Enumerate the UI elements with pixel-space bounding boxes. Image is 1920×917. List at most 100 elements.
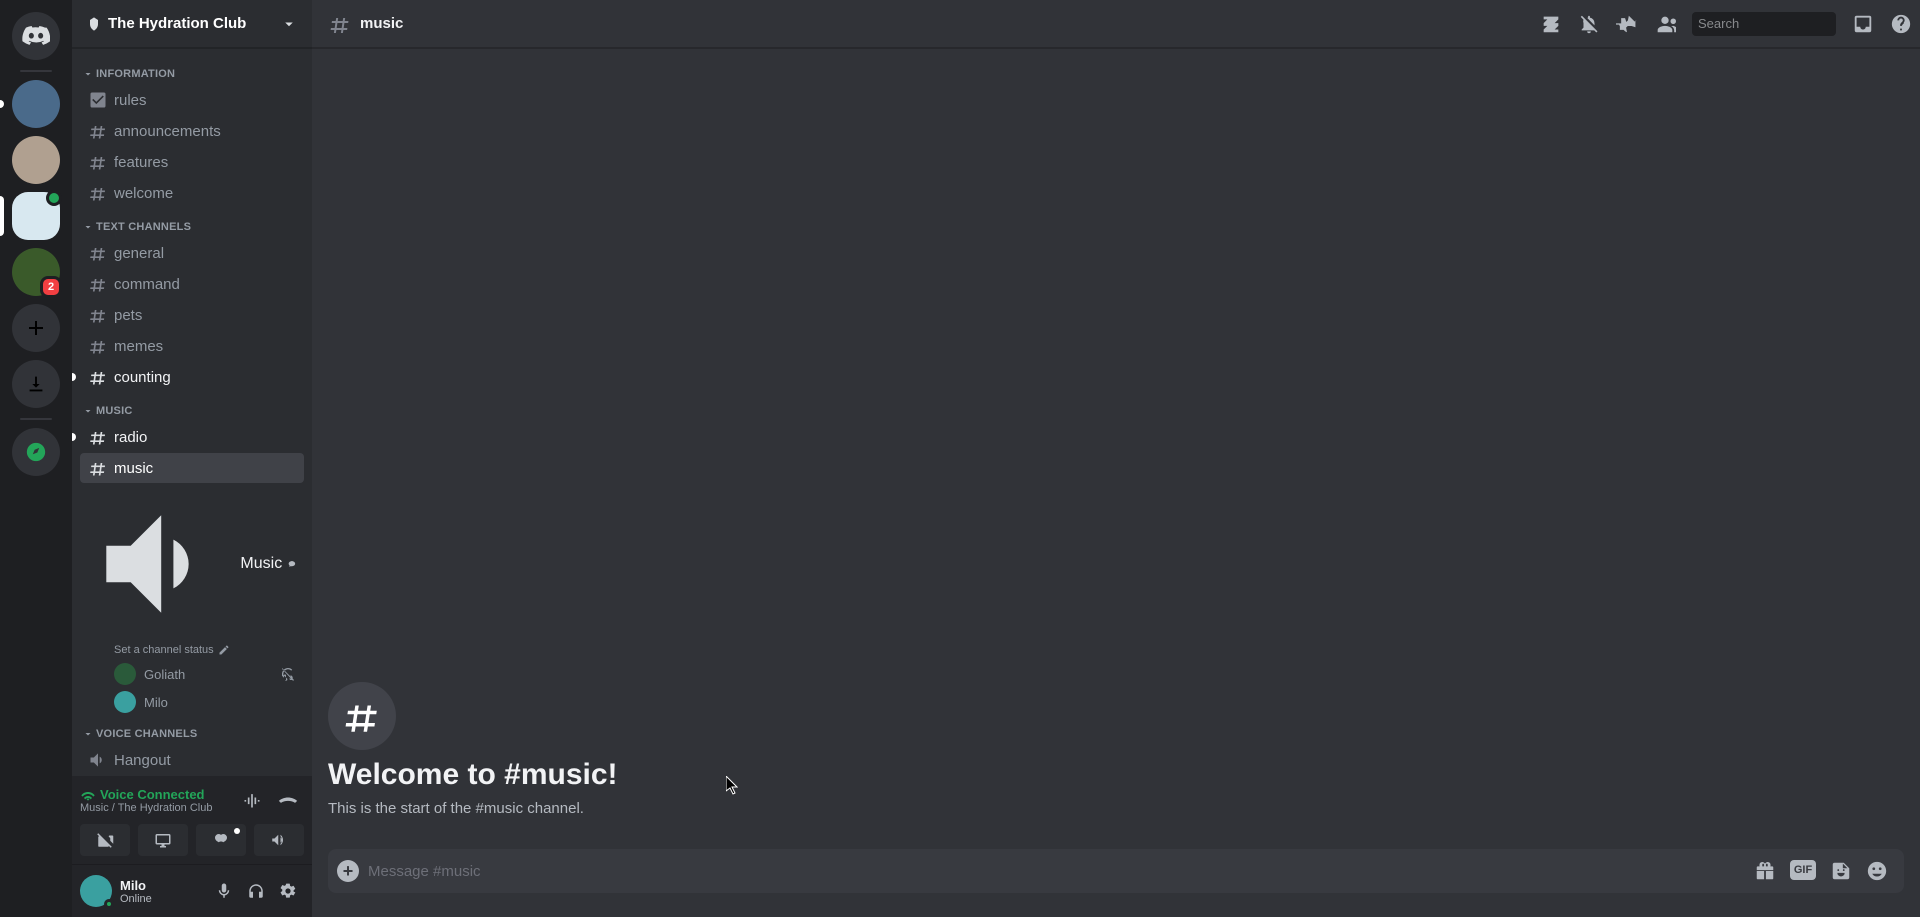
voice-user-label: Goliath: [144, 667, 185, 682]
channel-command[interactable]: command: [80, 269, 304, 299]
hash-icon: [88, 121, 108, 141]
chat-header: music: [312, 0, 1920, 48]
speaker-icon: [88, 489, 234, 639]
help-button[interactable]: [1890, 13, 1912, 35]
channel-pets[interactable]: pets: [80, 300, 304, 330]
category-header-voice-channels[interactable]: VOICE CHANNELS: [80, 724, 304, 744]
deafen-button[interactable]: [240, 875, 272, 907]
category-label: VOICE CHANNELS: [96, 728, 197, 740]
hash-icon: [328, 12, 352, 36]
plus-circle-icon: +: [337, 860, 359, 882]
channel-music[interactable]: music: [80, 453, 304, 483]
explore-servers-button[interactable]: [12, 428, 60, 476]
voice-channel-music: Music Set a channel status Goliath: [80, 484, 304, 716]
disconnect-button[interactable]: [272, 784, 304, 816]
message-box: + GIF: [328, 849, 1904, 893]
guild-separator: [20, 70, 52, 72]
channel-label: pets: [114, 307, 142, 324]
gif-button[interactable]: GIF: [1790, 860, 1816, 880]
voice-user-label: Milo: [144, 695, 168, 710]
download-apps-button[interactable]: [12, 360, 60, 408]
notifications-button[interactable]: [1578, 13, 1600, 35]
guild-item-selected[interactable]: [12, 192, 60, 240]
category-header-text-channels[interactable]: TEXT CHANNELS: [80, 217, 304, 237]
channel-general[interactable]: general: [80, 238, 304, 268]
channels-scroll[interactable]: INFORMATION rules announcements features…: [72, 48, 312, 776]
pinned-button[interactable]: [1616, 13, 1638, 35]
headphones-icon: [247, 882, 265, 900]
channel-radio[interactable]: radio: [80, 422, 304, 452]
voice-user-milo[interactable]: Milo: [80, 688, 304, 716]
user-avatar[interactable]: [80, 875, 112, 907]
channel-label: rules: [114, 92, 147, 109]
members-button[interactable]: [1654, 13, 1676, 35]
user-settings-button[interactable]: [272, 875, 304, 907]
voice-indicator-icon: [46, 190, 62, 206]
guild-item-2[interactable]: [12, 136, 60, 184]
voice-status[interactable]: Voice Connected Music / The Hydration Cl…: [80, 786, 236, 814]
voice-channel-label: Music: [240, 555, 282, 573]
channel-label: general: [114, 245, 164, 262]
guild-separator-2: [20, 418, 52, 420]
channel-features[interactable]: features: [80, 147, 304, 177]
user-status-label: Online: [120, 893, 200, 905]
voice-channel-hangout[interactable]: Hangout: [80, 745, 304, 775]
voice-channel-status[interactable]: Set a channel status: [80, 644, 304, 660]
hash-icon: [88, 152, 108, 172]
guild-item-4[interactable]: 2: [12, 248, 60, 296]
download-icon: [25, 373, 47, 395]
channel-welcome[interactable]: welcome: [80, 178, 304, 208]
category-header-information[interactable]: INFORMATION: [80, 64, 304, 84]
mention-badge: 2: [40, 276, 62, 298]
screen-share-button[interactable]: [138, 824, 188, 856]
category-header-music[interactable]: MUSIC: [80, 401, 304, 421]
chevron-small-icon: [82, 405, 94, 417]
video-button[interactable]: [80, 824, 130, 856]
channel-label: Hangout: [114, 752, 171, 769]
search-box[interactable]: [1692, 12, 1836, 36]
chat-bubble-icon[interactable]: [288, 489, 296, 639]
chat-area: music Welcome to #music! This: [312, 0, 1920, 917]
welcome-title: Welcome to #music!: [328, 758, 1904, 792]
voice-user-goliath[interactable]: Goliath: [80, 660, 304, 688]
chevron-down-icon: [280, 15, 298, 33]
gift-button[interactable]: [1754, 860, 1776, 882]
guild-item-1[interactable]: [12, 80, 60, 128]
compass-icon: [25, 441, 47, 463]
mute-button[interactable]: [208, 875, 240, 907]
sticker-button[interactable]: [1830, 860, 1852, 882]
message-input[interactable]: [368, 852, 1746, 891]
voice-channel-row[interactable]: Music: [80, 484, 304, 644]
inbox-button[interactable]: [1852, 13, 1874, 35]
hash-icon: [88, 367, 108, 387]
online-status-icon: [104, 899, 114, 909]
add-server-button[interactable]: [12, 304, 60, 352]
soundboard-button[interactable]: [254, 824, 304, 856]
emoji-button[interactable]: [1866, 860, 1888, 882]
chevron-small-icon: [82, 728, 94, 740]
mic-icon: [215, 882, 233, 900]
channel-counting[interactable]: counting: [80, 362, 304, 392]
voice-connected-label: Voice Connected: [100, 787, 205, 802]
channel-label: features: [114, 154, 168, 171]
hash-icon: [88, 458, 108, 478]
server-header[interactable]: The Hydration Club: [72, 0, 312, 48]
category-label: INFORMATION: [96, 68, 175, 80]
activity-button[interactable]: [196, 824, 246, 856]
user-info[interactable]: Milo Online: [120, 878, 200, 905]
attach-button[interactable]: +: [328, 849, 368, 893]
search-input[interactable]: [1698, 16, 1874, 31]
channel-announcements[interactable]: announcements: [80, 116, 304, 146]
channel-sidebar: The Hydration Club INFORMATION rules ann…: [72, 0, 312, 917]
chevron-small-icon: [82, 221, 94, 233]
home-button[interactable]: [12, 12, 60, 60]
channel-label: memes: [114, 338, 163, 355]
threads-button[interactable]: [1540, 13, 1562, 35]
voice-status-label: Set a channel status: [114, 644, 214, 656]
noise-suppression-button[interactable]: [236, 784, 268, 816]
chevron-small-icon: [82, 68, 94, 80]
channel-rules[interactable]: rules: [80, 85, 304, 115]
server-name: The Hydration Club: [108, 15, 246, 32]
channel-memes[interactable]: memes: [80, 331, 304, 361]
user-panel: Milo Online: [72, 865, 312, 917]
